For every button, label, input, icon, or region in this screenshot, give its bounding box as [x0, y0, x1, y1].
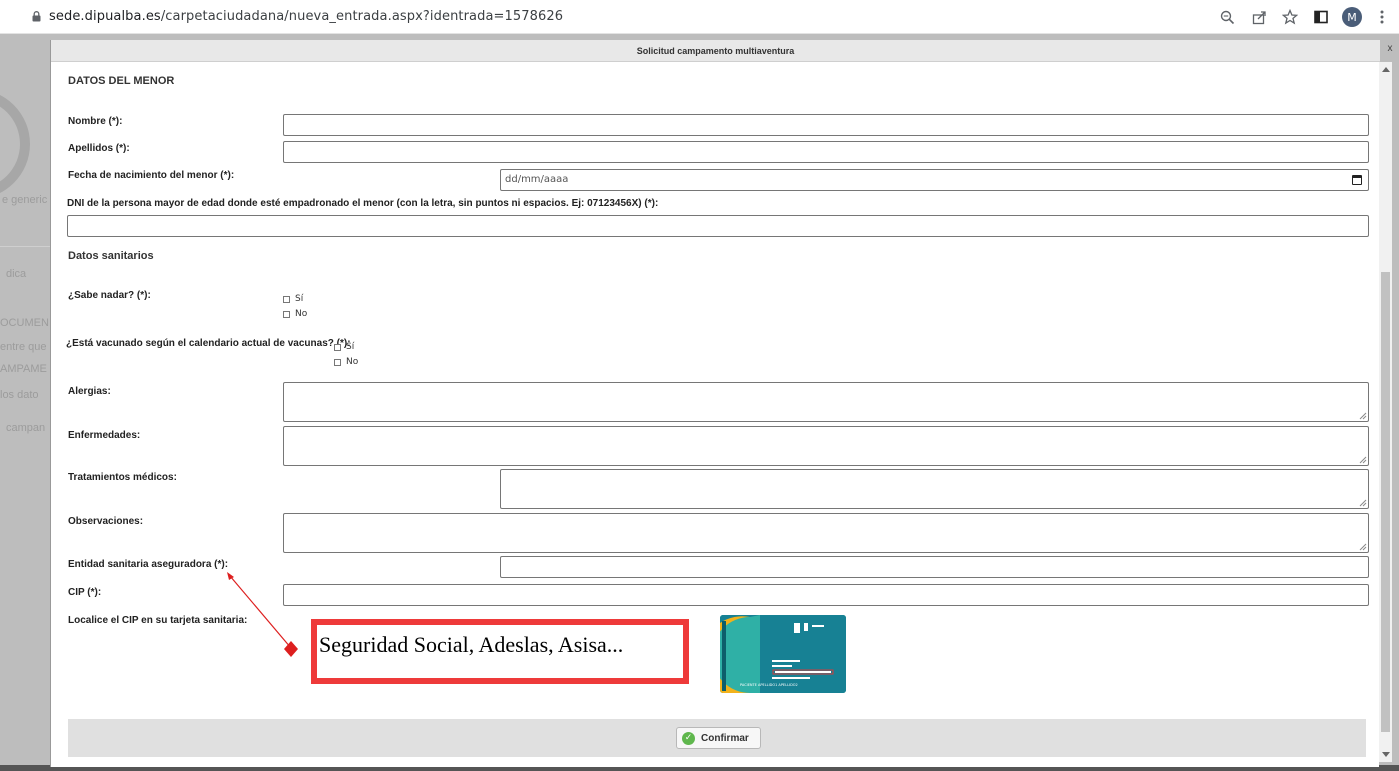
- annotation-arrow: [227, 572, 298, 657]
- scroll-up-arrow-icon[interactable]: [1382, 67, 1390, 72]
- health-card-image: PACIENTE APELLIDO1 APELLIDO2: [720, 615, 846, 693]
- modal-scrollbar[interactable]: [1379, 62, 1392, 762]
- callout-text: Seguridad Social, Adeslas, Asisa...: [319, 632, 624, 657]
- card-patient-text: PACIENTE APELLIDO1 APELLIDO2: [740, 683, 798, 687]
- check-circle-icon: ✓: [682, 731, 695, 745]
- confirm-label: Confirmar: [701, 732, 749, 744]
- scrollbar-thumb[interactable]: [1381, 272, 1390, 732]
- confirm-button[interactable]: ✓ Confirmar: [676, 727, 761, 749]
- annotation-callout: Seguridad Social, Adeslas, Asisa...: [311, 619, 689, 684]
- scroll-down-arrow-icon[interactable]: [1382, 752, 1390, 757]
